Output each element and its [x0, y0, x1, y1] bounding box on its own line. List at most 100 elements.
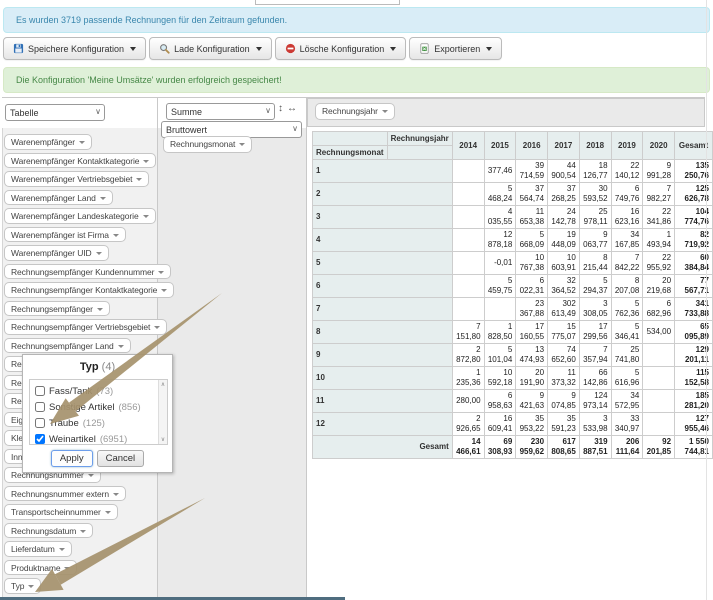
filter-dropdown-icon[interactable] — [136, 178, 142, 181]
filter-checkbox[interactable] — [35, 386, 45, 396]
field-pill-label: Transportscheinnummer — [11, 507, 101, 517]
field-pill-rechnungsempf-nger-kundennummer[interactable]: Rechnungsempfänger Kundennummer — [4, 264, 171, 280]
aggregator-select-wrap: Summe — [166, 103, 275, 120]
pivot-value-cell: 39 714,59 — [516, 160, 548, 183]
pivot-value-cell: 22 140,12 — [611, 160, 643, 183]
field-pill-warenempf-nger-ist-firma[interactable]: Warenempfänger ist Firma — [4, 227, 126, 243]
toolbar-button-l-sche-konfiguration[interactable]: Lösche Konfiguration — [275, 37, 407, 60]
top-partial-element — [255, 0, 400, 5]
field-pill-rechnungsdatum[interactable]: Rechnungsdatum — [4, 523, 93, 539]
filter-dropdown-icon[interactable] — [143, 160, 149, 163]
field-pill-label: Re — [11, 378, 22, 388]
pivot-value-cell: 15 775,07 — [548, 321, 580, 344]
filter-dropdown-icon[interactable] — [118, 345, 124, 348]
toolbar-button-label: Speichere Konfiguration — [28, 44, 124, 54]
field-pill-warenempf-nger-vertriebsgebiet[interactable]: Warenempfänger Vertriebsgebiet — [4, 171, 149, 187]
filter-dropdown-icon[interactable] — [64, 567, 70, 570]
toolbar-button-exportieren[interactable]: Exportieren — [409, 37, 502, 60]
field-pill-label: Re — [11, 359, 22, 369]
page-scrollbar[interactable] — [706, 0, 707, 600]
filter-checkbox[interactable] — [35, 434, 45, 444]
field-pill-rechnungsempf-nger-land[interactable]: Rechnungsempfänger Land — [4, 338, 131, 354]
filter-popup-count: (4) — [102, 361, 115, 373]
filter-item-fass-tank[interactable]: Fass/Tank(73) — [35, 383, 157, 399]
pivot-table: Rechnungsjahr201420152016201720182019202… — [312, 131, 713, 459]
field-pill-transportscheinnummer[interactable]: Transportscheinnummer — [4, 504, 118, 520]
field-pill-warenempf-nger-landeskategorie[interactable]: Warenempfänger Landeskategorie — [4, 208, 156, 224]
filter-checkbox[interactable] — [35, 418, 45, 428]
filter-dropdown-icon[interactable] — [59, 548, 65, 551]
field-pill-label: Warenempfänger Kontaktkategorie — [11, 156, 139, 166]
filter-dropdown-icon[interactable] — [88, 474, 94, 477]
field-pill-rechnungsjahr[interactable]: Rechnungsjahr — [315, 103, 395, 120]
pivot-value-cell: 534,00 — [643, 321, 675, 344]
filter-list-scrollbar[interactable]: ∧ ∨ — [158, 380, 167, 444]
field-pill-typ[interactable]: Typ — [4, 578, 41, 594]
col-order-button[interactable]: ↔ — [287, 103, 297, 114]
magnifier-icon — [159, 43, 170, 54]
caret-down-icon — [486, 47, 492, 51]
apply-button[interactable]: Apply — [51, 450, 93, 467]
field-pill-warenempf-nger-land[interactable]: Warenempfänger Land — [4, 190, 113, 206]
pivot-row-12: 122 926,6516 609,4135 953,2235 591,233 5… — [313, 413, 713, 436]
filter-dropdown-icon[interactable] — [105, 511, 111, 514]
filter-dropdown-icon[interactable] — [96, 252, 102, 255]
field-pill-label: Re — [11, 396, 22, 406]
filter-item-weinartikel[interactable]: Weinartikel(6951) — [35, 431, 157, 445]
filter-popup-buttons: Apply Cancel — [23, 450, 172, 467]
filter-dropdown-icon[interactable] — [154, 326, 160, 329]
pivot-value-cell: 17 299,56 — [579, 321, 611, 344]
filter-dropdown-icon[interactable] — [113, 234, 119, 237]
field-pill-warenempf-nger[interactable]: Warenempfänger — [4, 134, 92, 150]
field-pill-produktname[interactable]: Produktname — [4, 560, 77, 576]
field-pill-rechnungsnummer-extern[interactable]: Rechnungsnummer extern — [4, 486, 126, 502]
pivot-value-cell — [484, 298, 516, 321]
field-pill-rechnungsmonat[interactable]: Rechnungsmonat — [163, 136, 252, 153]
field-pill-warenempf-nger-kontaktkategorie[interactable]: Warenempfänger Kontaktkategorie — [4, 153, 156, 169]
filter-dropdown-icon[interactable] — [143, 215, 149, 218]
pivot-value-cell: -0,01 — [484, 252, 516, 275]
filter-dropdown-icon[interactable] — [382, 110, 388, 113]
pivot-row-label: 2 — [313, 183, 453, 206]
filter-checkbox[interactable] — [35, 402, 45, 412]
pivot-value-cell: 24 142,78 — [548, 206, 580, 229]
pivot-value-cell: 7 151,80 — [452, 321, 484, 344]
filter-dropdown-icon[interactable] — [79, 141, 85, 144]
filter-dropdown-icon[interactable] — [100, 197, 106, 200]
field-pill-rechnungsempf-nger-vertriebsgebiet[interactable]: Rechnungsempfänger Vertriebsgebiet — [4, 319, 167, 335]
scroll-up-icon[interactable]: ∧ — [161, 381, 165, 388]
pivot-row-11: 11280,006 958,639 421,639 074,85124 973,… — [313, 390, 713, 413]
field-pill-rechnungsempf-nger[interactable]: Rechnungsempfänger — [4, 301, 110, 317]
filter-dropdown-icon[interactable] — [80, 530, 86, 533]
aggregator-select[interactable]: Summe — [166, 103, 275, 120]
pivot-divider-right — [306, 98, 307, 600]
renderer-select[interactable]: Tabelle — [5, 104, 105, 121]
filter-item-traube[interactable]: Traube(125) — [35, 415, 157, 431]
toolbar-button-lade-konfiguration[interactable]: Lade Konfiguration — [149, 37, 272, 60]
filter-item-count: (73) — [96, 386, 113, 397]
filter-dropdown-icon[interactable] — [113, 493, 119, 496]
toolbar-button-speichere-konfiguration[interactable]: Speichere Konfiguration — [3, 37, 146, 60]
filter-dropdown-icon[interactable] — [28, 585, 34, 588]
toolbar-button-label: Exportieren — [434, 44, 480, 54]
pivot-row-2: 25 468,2437 564,7437 268,2530 593,526 74… — [313, 183, 713, 206]
field-pill-rechnungsempf-nger-kontaktkategorie[interactable]: Rechnungsempfänger Kontaktkategorie — [4, 282, 174, 298]
field-pill-label: Warenempfänger Landeskategorie — [11, 211, 139, 221]
filter-dropdown-icon[interactable] — [161, 289, 167, 292]
field-pill-lieferdatum[interactable]: Lieferdatum — [4, 541, 72, 557]
filter-item-sonstige-artikel[interactable]: Sonstige Artikel(856) — [35, 399, 157, 415]
filter-dropdown-icon[interactable] — [158, 271, 164, 274]
pivot-value-cell — [643, 390, 675, 413]
cancel-button[interactable]: Cancel — [97, 450, 145, 467]
pivot-value-cell: 4 035,55 — [484, 206, 516, 229]
caret-down-icon — [390, 47, 396, 51]
order-buttons: ↕ ↔ — [278, 103, 297, 114]
scroll-down-icon[interactable]: ∨ — [161, 436, 165, 443]
filter-dropdown-icon[interactable] — [97, 308, 103, 311]
filter-dropdown-icon[interactable] — [239, 143, 245, 146]
pivot-value-cell — [452, 252, 484, 275]
field-pill-warenempf-nger-uid[interactable]: Warenempfänger UID — [4, 245, 109, 261]
row-order-button[interactable]: ↕ — [278, 103, 283, 114]
pivot-row-6: 65 459,756 022,3132 364,525 294,378 207,… — [313, 275, 713, 298]
pivot-value-cell: 5 459,75 — [484, 275, 516, 298]
